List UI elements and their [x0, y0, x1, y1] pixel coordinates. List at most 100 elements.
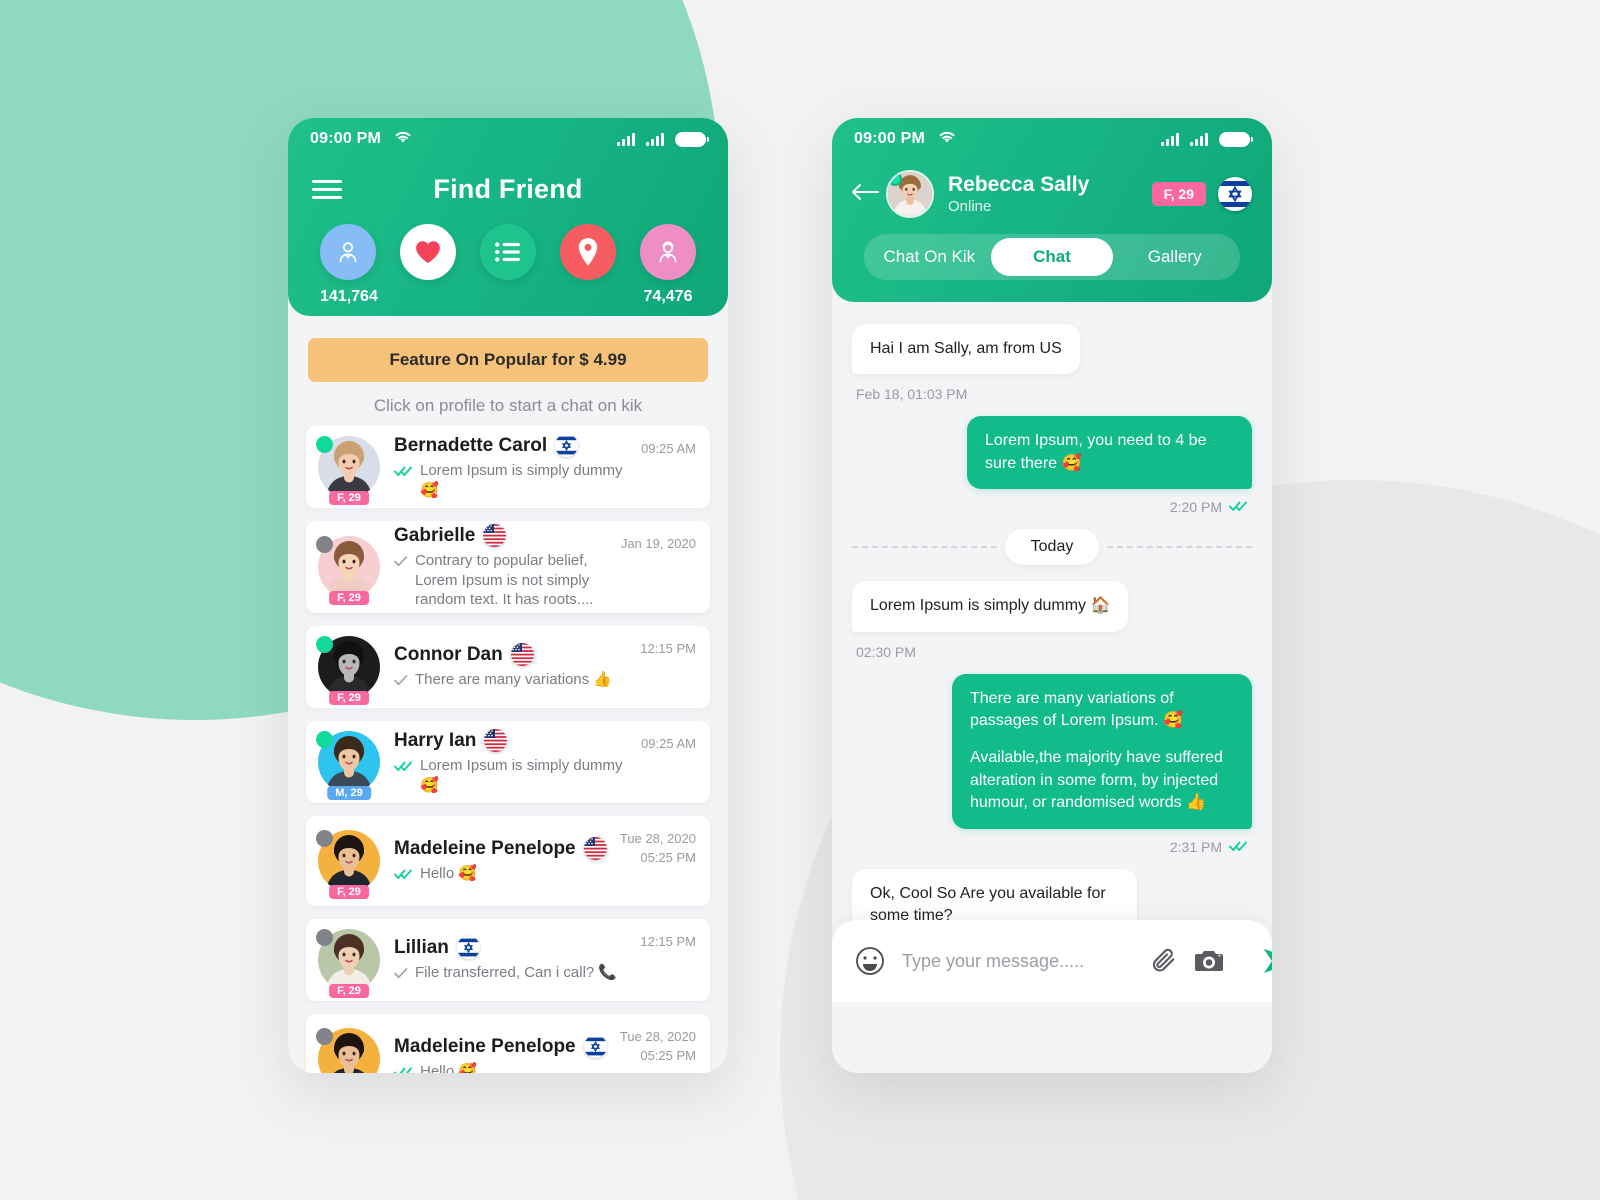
camera-icon[interactable] [1194, 948, 1224, 974]
age-badge: F, 29 [329, 491, 369, 505]
avatar[interactable] [886, 170, 934, 218]
list-item[interactable]: M, 29 Harry Ian Lorem Ipsum is simply du… [306, 721, 710, 803]
presence-dot [316, 830, 333, 847]
list-item-msgline: Hello 🥰 [394, 1062, 614, 1073]
usa-flag-icon [483, 524, 507, 548]
friend-list[interactable]: F, 29 Bernadette Carol Lorem Ipsum is si… [288, 426, 728, 1073]
last-message: There are many variations 👍 [415, 671, 613, 688]
contact-name: Connor Dan [394, 643, 503, 665]
message-input-bar[interactable] [832, 920, 1272, 1002]
list-item-body: Madeleine Penelope Hello 🥰 [380, 837, 620, 885]
list-item-msgline: Lorem Ipsum is simply dummy 🥰 [394, 461, 635, 500]
avatar-wrap[interactable]: F, 29 [316, 830, 380, 899]
timestamp: Jan 19, 2020 [620, 536, 696, 551]
age-badge: F, 29 [329, 885, 369, 899]
list-item-msgline: File transferred, Can i call? 📞 [394, 963, 634, 984]
list-item-msgline: Hello 🥰 [394, 864, 614, 885]
list-item-nameline: Lillian [394, 936, 634, 959]
presence-dot [316, 731, 333, 748]
presence-dot [316, 436, 333, 453]
contact-name: Bernadette Carol [394, 434, 548, 456]
age-badge: F, 29 [329, 591, 369, 605]
contact-name: Rebecca Sally [948, 173, 1090, 196]
category-row: 141,764 74,476 [288, 218, 728, 308]
list-item[interactable]: F, 29 Madeleine Penelope Hello 🥰 Tue 28,… [306, 816, 710, 906]
chat-body[interactable]: Hai I am Sally, am from US Feb 18, 01:03 … [832, 302, 1272, 1002]
message-paragraph: Available,the majority have suffered alt… [970, 749, 1223, 812]
avatar-wrap[interactable]: F, 29 [316, 536, 380, 605]
timestamp: 09:25 AM [641, 441, 696, 456]
location-pin-icon[interactable] [560, 224, 616, 280]
list-item[interactable]: F, 29 Bernadette Carol Lorem Ipsum is si… [306, 426, 710, 508]
female-profile-icon[interactable] [640, 224, 696, 280]
signal-bars-icon-1 [1161, 132, 1179, 146]
signal-bars-icon-2 [646, 132, 664, 146]
battery-icon [1219, 131, 1253, 147]
list-hint-text: Click on profile to start a chat on kik [373, 396, 643, 415]
feature-promo-button[interactable]: Feature On Popular for $ 4.99 [308, 338, 708, 382]
list-item[interactable]: F, 29 Gabrielle Contrary to popular beli… [306, 521, 710, 613]
read-receipt-icon [394, 1065, 413, 1073]
search-input[interactable] [902, 950, 1134, 972]
read-receipt-icon [394, 554, 408, 572]
message-timestamp: 02:30 PM [856, 643, 916, 660]
list-item[interactable]: F, 29 Madeleine Penelope Hello 🥰 Tue 28,… [306, 1014, 710, 1073]
age-badge: F, 29 [329, 691, 369, 705]
category-male[interactable]: 141,764 [320, 224, 378, 308]
category-favourites[interactable] [400, 224, 456, 308]
online-dot [888, 172, 902, 186]
last-message: Lorem Ipsum is simply dummy 🥰 [420, 757, 623, 794]
chat-tabs[interactable]: Chat On Kik Chat Gallery [864, 234, 1240, 280]
category-location[interactable] [560, 224, 616, 308]
list-item-msgline: Contrary to popular belief, Lorem Ipsum … [394, 551, 615, 610]
category-list[interactable] [480, 224, 536, 308]
male-profile-icon[interactable] [320, 224, 376, 280]
paperclip-icon[interactable] [1150, 947, 1178, 975]
emoji-smile-icon[interactable] [854, 945, 886, 977]
phone-find-friend: 09:00 PM Find Friend 141,764 74,476 Feat… [288, 118, 728, 1073]
message-bubble-outgoing: Lorem Ipsum, you need to 4 be sure there… [967, 416, 1252, 490]
date-divider: Today [852, 529, 1253, 566]
last-message: Lorem Ipsum is simply dummy 🥰 [420, 462, 623, 499]
tab-chat[interactable]: Chat [990, 238, 1114, 276]
list-item[interactable]: F, 29 Connor Dan There are many variatio… [306, 626, 710, 708]
tab-chat-on-kik[interactable]: Chat On Kik [868, 238, 991, 276]
read-receipt-icon [394, 673, 408, 691]
list-icon[interactable] [480, 224, 536, 280]
read-receipt-icon [1229, 839, 1248, 855]
list-item-nameline: Gabrielle [394, 524, 615, 548]
avatar-wrap[interactable]: F, 29 [316, 636, 380, 705]
heart-icon[interactable] [400, 224, 456, 280]
list-item[interactable]: F, 29 Lillian File transferred, Can i ca… [306, 919, 710, 1001]
presence-dot [316, 929, 333, 946]
last-message: Hello 🥰 [420, 1063, 478, 1073]
status-badge: F, 29 [1151, 182, 1206, 206]
last-message: File transferred, Can i call? 📞 [415, 964, 618, 981]
avatar-wrap[interactable]: M, 29 [316, 731, 380, 800]
tab-gallery[interactable]: Gallery [1113, 238, 1236, 276]
list-item-msgline: Lorem Ipsum is simply dummy 🥰 [394, 756, 635, 795]
age-badge: F, 29 [329, 984, 369, 998]
avatar-wrap[interactable]: F, 29 [316, 929, 380, 998]
message-timestamp: Feb 18, 01:03 PM [856, 386, 968, 403]
list-item-body: Madeleine Penelope Hello 🥰 [380, 1035, 620, 1073]
category-female[interactable]: 74,476 [640, 224, 696, 308]
contact-name: Gabrielle [394, 524, 476, 546]
avatar-wrap[interactable]: F, 29 [316, 436, 380, 505]
message-list: Hai I am Sally, am from US Feb 18, 01:03 … [852, 324, 1253, 1002]
timestamp: 12:15 PM [640, 934, 696, 949]
hamburger-menu-icon[interactable] [312, 175, 342, 204]
send-arrow-icon[interactable] [1262, 945, 1272, 977]
avatar-wrap[interactable]: F, 29 [316, 1028, 380, 1073]
list-item-body: Bernadette Carol Lorem Ipsum is simply d… [380, 434, 641, 500]
list-item-body: Connor Dan There are many variations 👍 [380, 643, 640, 691]
usa-flag-icon [484, 729, 508, 752]
presence-dot [316, 636, 333, 653]
list-count [480, 288, 536, 308]
message-bubble-incoming: Hai I am Sally, am from US [852, 324, 1080, 375]
timestamp: Tue 28, 2020 05:25 PM [619, 831, 696, 865]
list-item-body: Harry Ian Lorem Ipsum is simply dummy 🥰 [380, 729, 641, 795]
last-message: Contrary to popular belief, Lorem Ipsum … [415, 552, 594, 609]
back-arrow-icon[interactable] [852, 183, 882, 206]
message-row: Lorem Ipsum is simply dummy 🏠 [852, 581, 1252, 632]
